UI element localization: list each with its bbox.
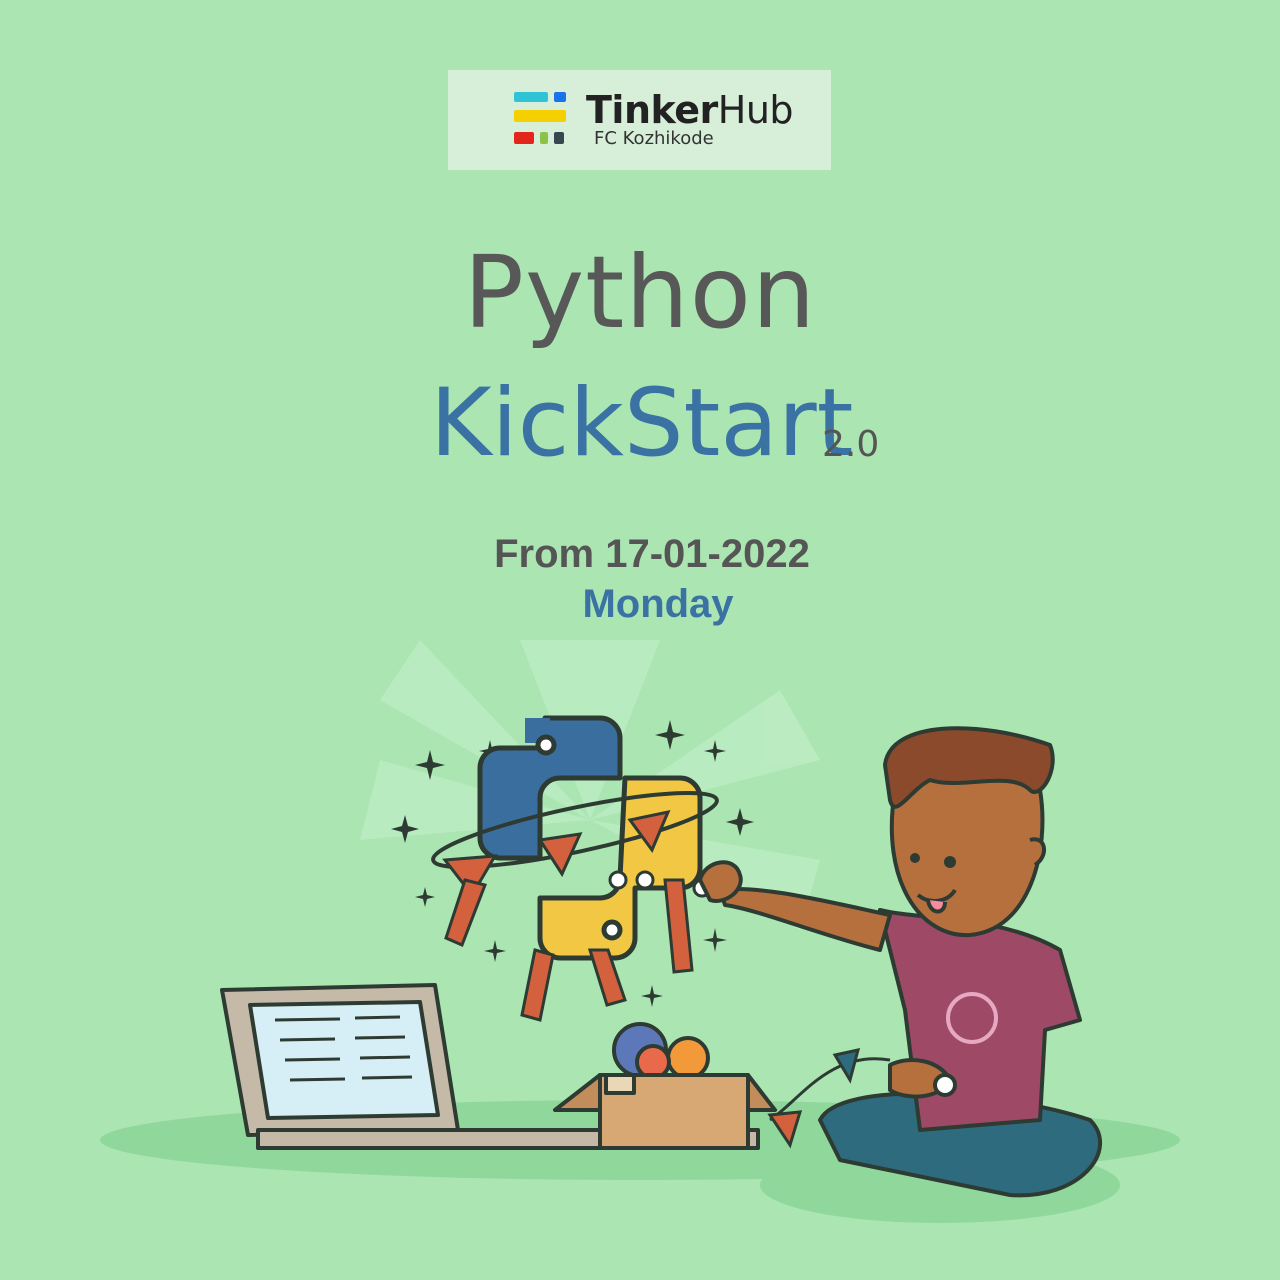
logo-wordmark: TinkerHub [586, 88, 794, 132]
event-date: From 17-01-2022 [494, 532, 810, 576]
illustration [100, 640, 1180, 1223]
light-burst [360, 640, 820, 930]
title-python: Python [463, 234, 817, 351]
logo-word-tinker: Tinker [586, 88, 718, 132]
logo-word-hub: Hub [717, 88, 794, 132]
logo-banner: TinkerHub FC Kozhikode [448, 70, 831, 170]
python-logo-icon [477, 715, 703, 961]
title-kickstart: KickStart [430, 369, 854, 478]
event-day: Monday [582, 582, 734, 626]
tinkerhub-logo-icon [514, 92, 566, 144]
logo-subtitle: FC Kozhikode [594, 128, 714, 149]
title-version: 2.0 [822, 424, 880, 465]
